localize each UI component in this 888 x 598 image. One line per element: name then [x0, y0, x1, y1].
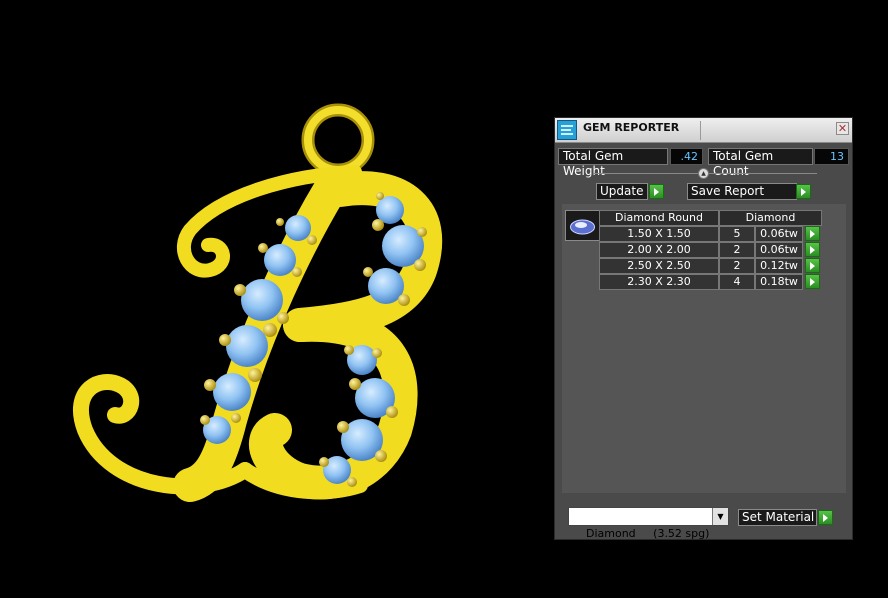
update-button[interactable]: Update — [596, 183, 648, 200]
gem-weight: 0.06tw — [755, 242, 803, 258]
material-dropdown[interactable]: Diamond (3.52 spg) ▼ — [568, 507, 729, 540]
collapse-toggle-icon[interactable]: ▲ — [698, 168, 709, 179]
gem-reporter-icon — [557, 120, 577, 140]
row-go-icon[interactable] — [805, 258, 820, 273]
panel-titlebar[interactable]: GEM REPORTER ✕ — [555, 118, 852, 143]
set-material-go-icon[interactable] — [818, 510, 833, 525]
row-go-icon[interactable] — [805, 274, 820, 289]
total-gem-weight-value: .42 — [670, 148, 703, 165]
save-report-button[interactable]: Save Report — [687, 183, 797, 200]
gem-weight: 0.18tw — [755, 274, 803, 290]
gem-shape-header: Diamond Round — [599, 210, 719, 226]
update-go-icon[interactable] — [649, 184, 664, 199]
gem-count: 2 — [719, 258, 755, 274]
gem-count: 2 — [719, 242, 755, 258]
gem-count: 4 — [719, 274, 755, 290]
total-gem-count-label: Total Gem Count — [708, 148, 813, 178]
gem-size: 2.30 X 2.30 — [599, 274, 719, 290]
diamond-thumbnail-icon[interactable] — [565, 210, 600, 241]
save-report-go-icon[interactable] — [796, 184, 811, 199]
bail-ring-highlight — [304, 106, 372, 174]
row-go-icon[interactable] — [805, 226, 820, 241]
gem-size: 2.50 X 2.50 — [599, 258, 719, 274]
gem-weight: 0.06tw — [755, 226, 803, 242]
chevron-down-icon[interactable]: ▼ — [712, 508, 728, 525]
gem-material-header: Diamond — [719, 210, 822, 226]
total-gem-weight-label: Total Gem Weight — [558, 148, 668, 178]
set-material-button[interactable]: Set Material — [738, 509, 817, 526]
gem-size: 2.00 X 2.00 — [599, 242, 719, 258]
gem-count: 5 — [719, 226, 755, 242]
row-go-icon[interactable] — [805, 242, 820, 257]
material-selected-value: Diamond (3.52 spg) — [586, 527, 710, 540]
gem-reporter-panel: GEM REPORTER ✕ Total Gem Weight .42 Tota… — [554, 117, 853, 540]
total-gem-count-value: 13 — [814, 148, 849, 165]
titlebar-divider — [700, 121, 701, 140]
gem-report-table: Diamond Round Diamond 1.50 X 1.50 5 0.06… — [562, 204, 846, 493]
gem-weight: 0.12tw — [755, 258, 803, 274]
gem-size: 1.50 X 1.50 — [599, 226, 719, 242]
close-button[interactable]: ✕ — [836, 122, 849, 135]
panel-title: GEM REPORTER — [583, 121, 680, 134]
